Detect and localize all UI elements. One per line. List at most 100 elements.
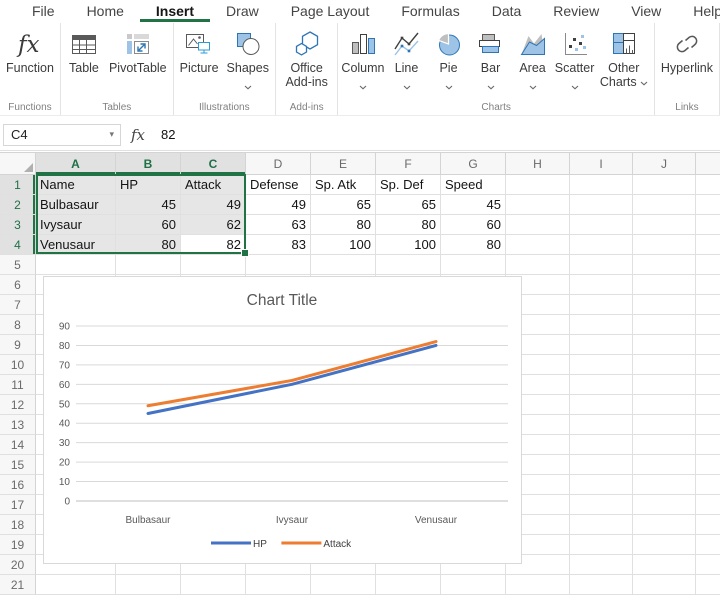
- row-header-13[interactable]: 13: [0, 415, 36, 435]
- col-header-a[interactable]: A: [36, 153, 116, 175]
- cell-j9[interactable]: [633, 335, 696, 355]
- cell-j20[interactable]: [633, 555, 696, 575]
- cell-h2[interactable]: [506, 195, 570, 215]
- cell-j3[interactable]: [633, 215, 696, 235]
- cell-e4[interactable]: 100: [311, 235, 376, 255]
- table-button[interactable]: Table: [64, 27, 104, 77]
- cell-i7[interactable]: [570, 295, 633, 315]
- cell-i19[interactable]: [570, 535, 633, 555]
- cell-f2[interactable]: 65: [376, 195, 441, 215]
- cell-i12[interactable]: [570, 395, 633, 415]
- row-header-18[interactable]: 18: [0, 515, 36, 535]
- chevron-down-icon[interactable]: [529, 77, 537, 83]
- cell-a1[interactable]: Name: [36, 175, 116, 195]
- cell-i6[interactable]: [570, 275, 633, 295]
- col-header-j[interactable]: J: [633, 153, 696, 175]
- cell-f3[interactable]: 80: [376, 215, 441, 235]
- cell-g4[interactable]: 80: [441, 235, 506, 255]
- row-header-5[interactable]: 5: [0, 255, 36, 275]
- cell-i9[interactable]: [570, 335, 633, 355]
- cell-j6[interactable]: [633, 275, 696, 295]
- row-header-8[interactable]: 8: [0, 315, 36, 335]
- tab-page-layout[interactable]: Page Layout: [275, 1, 386, 22]
- cell-partial-10[interactable]: [696, 355, 720, 375]
- cell-i1[interactable]: [570, 175, 633, 195]
- cell-partial-1[interactable]: [696, 175, 720, 195]
- cell-partial-19[interactable]: [696, 535, 720, 555]
- chevron-down-icon[interactable]: [359, 77, 367, 83]
- cell-i15[interactable]: [570, 455, 633, 475]
- cell-i14[interactable]: [570, 435, 633, 455]
- cell-c5[interactable]: [181, 255, 246, 275]
- cell-partial-8[interactable]: [696, 315, 720, 335]
- col-header-f[interactable]: F: [376, 153, 441, 175]
- cell-partial-20[interactable]: [696, 555, 720, 575]
- cell-j12[interactable]: [633, 395, 696, 415]
- row-header-1[interactable]: 1: [0, 175, 36, 195]
- cell-d5[interactable]: [246, 255, 311, 275]
- cell-i4[interactable]: [570, 235, 633, 255]
- row-header-9[interactable]: 9: [0, 335, 36, 355]
- row-header-3[interactable]: 3: [0, 215, 36, 235]
- cell-j21[interactable]: [633, 575, 696, 595]
- cell-g5[interactable]: [441, 255, 506, 275]
- cell-partial-5[interactable]: [696, 255, 720, 275]
- cell-a2[interactable]: Bulbasaur: [36, 195, 116, 215]
- cell-f21[interactable]: [376, 575, 441, 595]
- cell-j7[interactable]: [633, 295, 696, 315]
- cell-i11[interactable]: [570, 375, 633, 395]
- chevron-down-icon[interactable]: [445, 77, 453, 83]
- cell-partial-21[interactable]: [696, 575, 720, 595]
- cell-i2[interactable]: [570, 195, 633, 215]
- col-header-d[interactable]: D: [246, 153, 311, 175]
- cell-j10[interactable]: [633, 355, 696, 375]
- cell-e2[interactable]: 65: [311, 195, 376, 215]
- row-header-7[interactable]: 7: [0, 295, 36, 315]
- cell-partial-2[interactable]: [696, 195, 720, 215]
- cell-j4[interactable]: [633, 235, 696, 255]
- cell-i20[interactable]: [570, 555, 633, 575]
- insert-function-button[interactable]: fx: [121, 126, 155, 144]
- col-header-b[interactable]: B: [116, 153, 181, 175]
- area-button[interactable]: Area: [513, 27, 553, 85]
- tab-insert[interactable]: Insert: [140, 1, 210, 22]
- chevron-down-icon[interactable]: ▾: [109, 129, 114, 140]
- cell-partial-11[interactable]: [696, 375, 720, 395]
- cell-f4[interactable]: 100: [376, 235, 441, 255]
- cell-b21[interactable]: [116, 575, 181, 595]
- cell-j11[interactable]: [633, 375, 696, 395]
- tab-home[interactable]: Home: [71, 1, 140, 22]
- row-header-2[interactable]: 2: [0, 195, 36, 215]
- cell-a21[interactable]: [36, 575, 116, 595]
- row-header-20[interactable]: 20: [0, 555, 36, 575]
- col-header-g[interactable]: G: [441, 153, 506, 175]
- cell-e5[interactable]: [311, 255, 376, 275]
- cell-h21[interactable]: [506, 575, 570, 595]
- col-header-c[interactable]: C: [181, 153, 246, 175]
- cell-f1[interactable]: Sp. Def: [376, 175, 441, 195]
- cell-i5[interactable]: [570, 255, 633, 275]
- row-header-21[interactable]: 21: [0, 575, 36, 595]
- cell-partial-17[interactable]: [696, 495, 720, 515]
- cell-i3[interactable]: [570, 215, 633, 235]
- tab-data[interactable]: Data: [476, 1, 538, 22]
- hyperlink-button[interactable]: Hyperlink: [658, 27, 716, 77]
- cell-i13[interactable]: [570, 415, 633, 435]
- cell-j5[interactable]: [633, 255, 696, 275]
- tab-formulas[interactable]: Formulas: [385, 1, 475, 22]
- cell-j8[interactable]: [633, 315, 696, 335]
- cell-e21[interactable]: [311, 575, 376, 595]
- tab-draw[interactable]: Draw: [210, 1, 275, 22]
- cell-h1[interactable]: [506, 175, 570, 195]
- col-header-h[interactable]: H: [506, 153, 570, 175]
- bar-button[interactable]: Bar: [471, 27, 511, 85]
- cell-i8[interactable]: [570, 315, 633, 335]
- tab-file[interactable]: File: [16, 1, 71, 22]
- cell-a5[interactable]: [36, 255, 116, 275]
- cell-j1[interactable]: [633, 175, 696, 195]
- cell-j17[interactable]: [633, 495, 696, 515]
- row-header-11[interactable]: 11: [0, 375, 36, 395]
- chevron-down-icon[interactable]: [487, 77, 495, 83]
- cell-e3[interactable]: 80: [311, 215, 376, 235]
- cell-partial-16[interactable]: [696, 475, 720, 495]
